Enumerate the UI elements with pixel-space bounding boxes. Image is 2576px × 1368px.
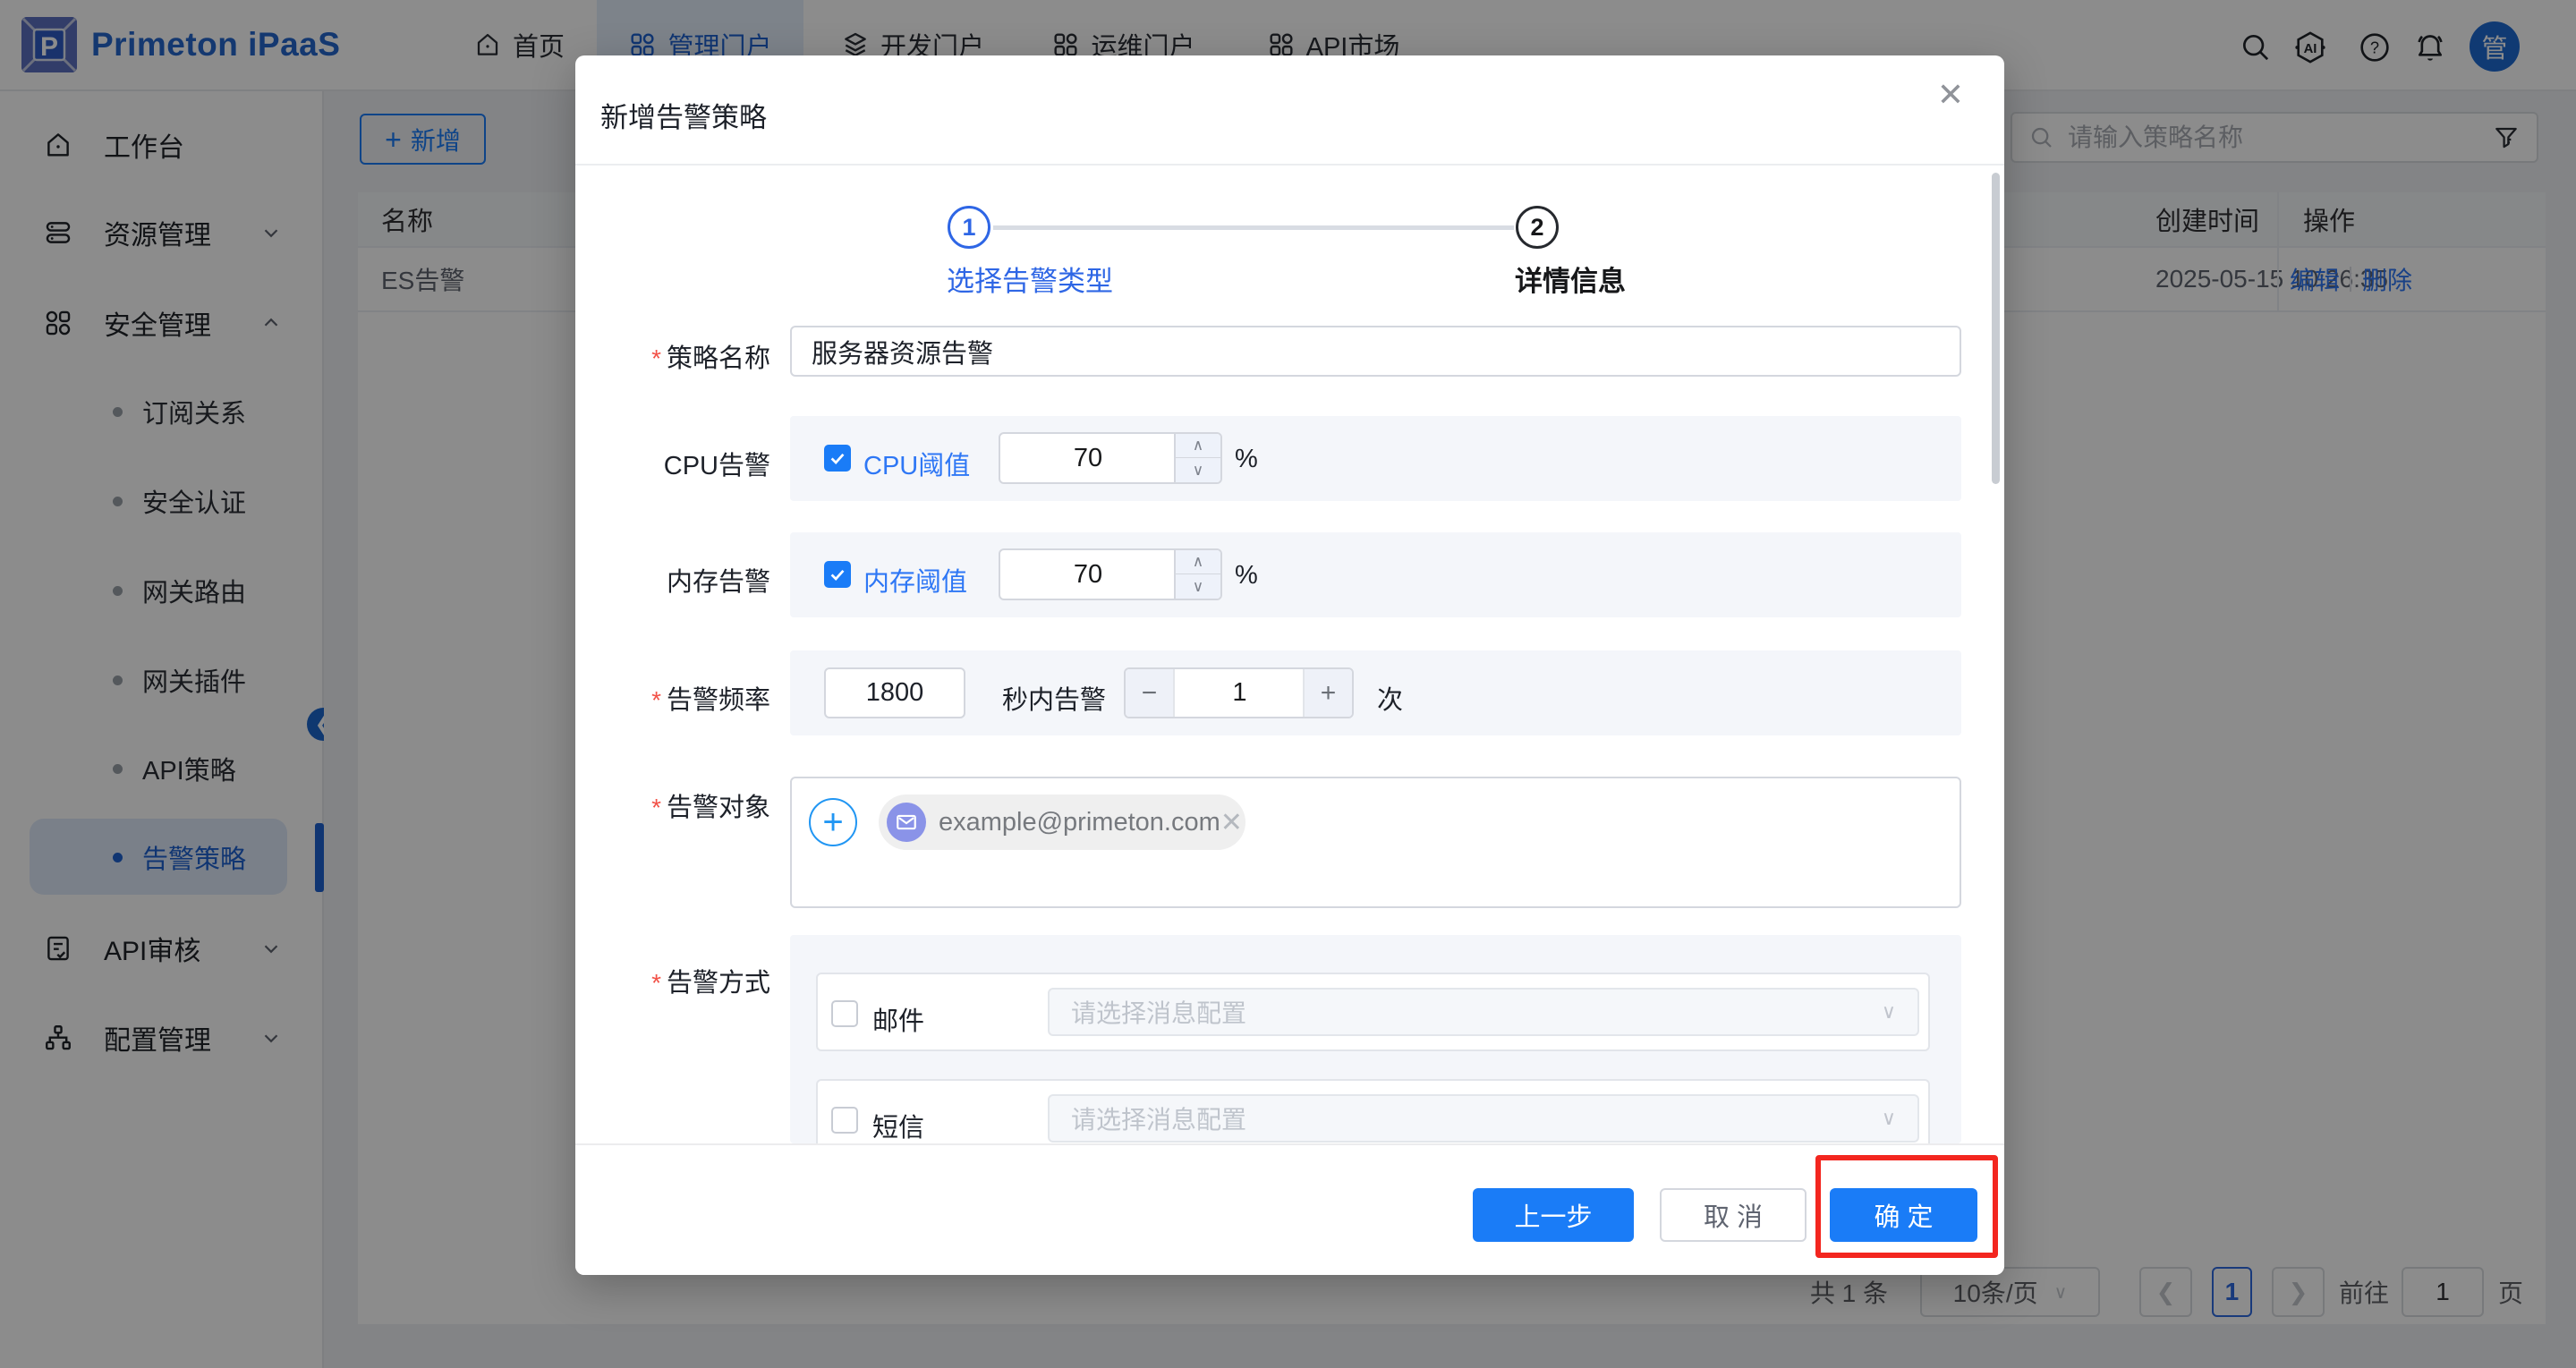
stepper-buttons: ∧ ∨	[1174, 550, 1220, 599]
check-icon	[828, 448, 847, 468]
frequency-mid-text: 秒内告警	[1002, 679, 1106, 717]
email-icon	[887, 803, 926, 842]
mem-threshold-label[interactable]: 内存阈值	[863, 561, 967, 599]
cancel-button[interactable]: 取 消	[1660, 1188, 1807, 1242]
increase-arrow-icon[interactable]: ∧	[1176, 550, 1220, 574]
email-address: example@primeton.com	[939, 808, 1220, 837]
cpu-threshold-label[interactable]: CPU阈值	[863, 445, 970, 482]
increase-arrow-icon[interactable]: ∧	[1176, 434, 1220, 458]
policy-name-label: *策略名称	[575, 337, 770, 375]
alert-frequency-panel	[790, 650, 1961, 735]
step-connector	[993, 225, 1514, 230]
modal-title: 新增告警策略	[600, 95, 767, 135]
required-asterisk: *	[651, 969, 661, 997]
mem-threshold-stepper: ∧ ∨	[999, 548, 1222, 600]
mail-checkbox[interactable]	[831, 1000, 858, 1027]
policy-name-input[interactable]	[790, 326, 1961, 377]
mem-threshold-checkbox[interactable]	[824, 561, 851, 588]
chevron-down-icon: ∨	[1882, 1107, 1896, 1130]
modal-body: 1 2 选择告警类型 详情信息 *策略名称 CPU告警 CPU阈值 ∧ ∨ % …	[575, 166, 2004, 1143]
cpu-threshold-stepper: ∧ ∨	[999, 432, 1222, 484]
mem-alert-label: 内存告警	[575, 561, 770, 599]
decrease-arrow-icon[interactable]: ∨	[1176, 458, 1220, 482]
minus-icon[interactable]: −	[1126, 669, 1175, 717]
plus-icon[interactable]: +	[1303, 669, 1352, 717]
sms-method-box: 短信 请选择消息配置 ∨	[816, 1079, 1930, 1143]
prev-step-button[interactable]: 上一步	[1473, 1188, 1634, 1242]
add-alert-policy-modal: 新增告警策略 ✕ 1 2 选择告警类型 详情信息 *策略名称 CPU告警 CPU…	[575, 55, 2004, 1275]
required-asterisk: *	[651, 794, 661, 821]
required-asterisk: *	[651, 686, 661, 714]
close-icon[interactable]: ✕	[1931, 75, 1970, 115]
alert-target-label: *告警对象	[575, 786, 770, 824]
modal-scrollbar[interactable]	[1992, 173, 2000, 484]
frequency-unit: 次	[1377, 679, 1403, 717]
mail-method-box: 邮件 请选择消息配置 ∨	[816, 973, 1930, 1051]
cpu-threshold-input[interactable]	[1000, 434, 1176, 482]
modal-header: 新增告警策略 ✕	[575, 55, 2004, 166]
alert-target-box: + example@primeton.com ✕	[790, 777, 1961, 908]
step-2-label: 详情信息	[1515, 259, 1626, 299]
modal-footer: 上一步 取 消 确 定	[575, 1143, 2004, 1275]
mail-method-label: 邮件	[872, 1000, 924, 1038]
cpu-alert-label: CPU告警	[575, 445, 770, 482]
step-1-label: 选择告警类型	[947, 259, 1113, 299]
sms-method-label: 短信	[872, 1107, 924, 1143]
mem-unit: %	[1235, 561, 1258, 591]
chevron-down-icon: ∨	[1882, 1000, 1896, 1024]
confirm-button[interactable]: 确 定	[1830, 1188, 1977, 1242]
alert-frequency-label: *告警频率	[575, 679, 770, 717]
step-2-circle: 2	[1516, 206, 1559, 249]
step-1-circle: 1	[948, 206, 990, 249]
sms-config-select[interactable]: 请选择消息配置 ∨	[1048, 1094, 1919, 1143]
frequency-seconds-input[interactable]	[824, 667, 965, 718]
mail-config-select[interactable]: 请选择消息配置 ∨	[1048, 988, 1919, 1036]
required-asterisk: *	[651, 344, 661, 372]
stepper-buttons: ∧ ∨	[1174, 434, 1220, 482]
frequency-count-input[interactable]	[1175, 669, 1305, 717]
add-target-button[interactable]: +	[809, 798, 857, 846]
cpu-unit: %	[1235, 445, 1258, 474]
decrease-arrow-icon[interactable]: ∨	[1176, 574, 1220, 599]
email-tag: example@primeton.com ✕	[879, 794, 1245, 850]
sms-checkbox[interactable]	[831, 1107, 858, 1134]
check-icon	[828, 565, 847, 584]
mem-threshold-input[interactable]	[1000, 550, 1176, 599]
frequency-count-stepper: − +	[1124, 667, 1354, 718]
cpu-threshold-checkbox[interactable]	[824, 445, 851, 472]
remove-tag-icon[interactable]: ✕	[1220, 807, 1243, 838]
alert-method-label: *告警方式	[575, 962, 770, 999]
